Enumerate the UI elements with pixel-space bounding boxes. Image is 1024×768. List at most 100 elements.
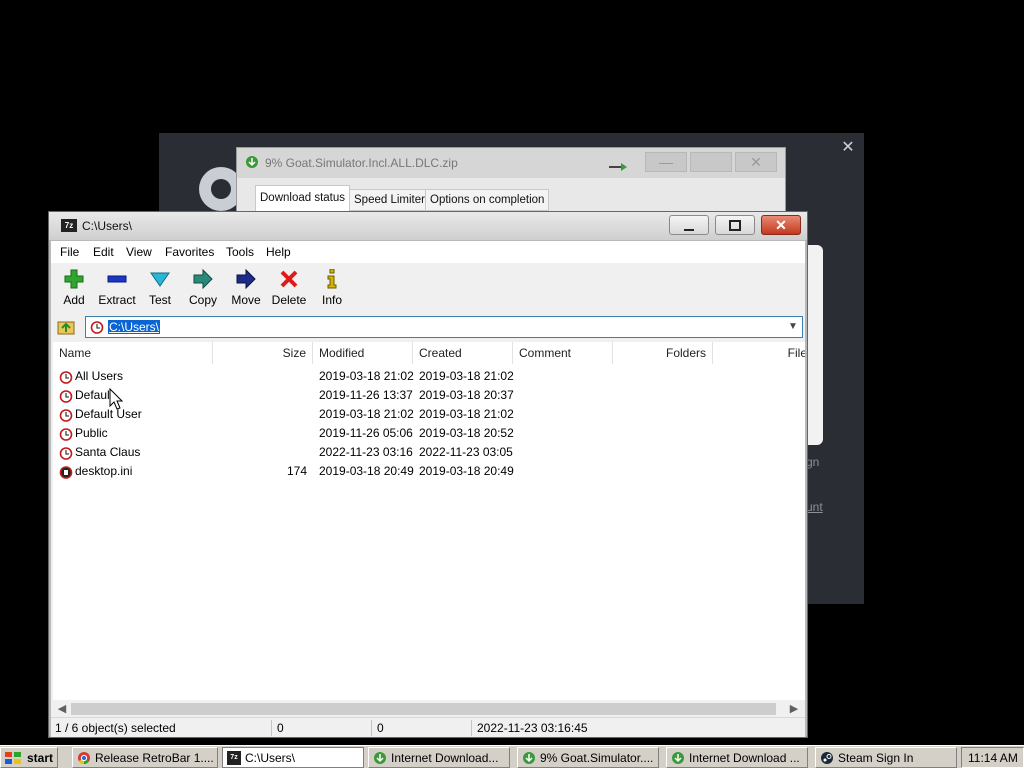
- minimize-icon: [684, 229, 694, 231]
- menu-help[interactable]: Help: [266, 245, 291, 259]
- column-folders[interactable]: Folders: [613, 342, 713, 364]
- taskbar-item-label: Release RetroBar 1....: [95, 751, 214, 765]
- column-files[interactable]: File: [713, 342, 805, 364]
- file-list: Name Size Modified Created Comment Folde…: [53, 342, 805, 700]
- idm-icon: [246, 156, 258, 168]
- move-button[interactable]: Move: [225, 267, 267, 311]
- scrollbar-thumb[interactable]: [71, 703, 776, 715]
- steam-sign-in-text: gn: [806, 455, 820, 469]
- list-item[interactable]: desktop.ini 174 2019-03-18 20:49 2019-03…: [53, 462, 805, 481]
- menu-bar: File Edit View Favorites Tools Help: [51, 241, 805, 263]
- add-label: Add: [63, 293, 85, 307]
- menu-file[interactable]: File: [60, 245, 79, 259]
- minimize-button[interactable]: [669, 215, 709, 235]
- address-bar: C:\Users\ ▼: [51, 314, 805, 340]
- item-created: 2019-03-18 20:37: [419, 388, 514, 402]
- menu-tools[interactable]: Tools: [226, 245, 254, 259]
- menu-edit[interactable]: Edit: [93, 245, 114, 259]
- idm-title: 9% Goat.Simulator.Incl.ALL.DLC.zip: [265, 156, 458, 170]
- scroll-left-icon[interactable]: ◀: [55, 702, 69, 716]
- idm-close-button[interactable]: ✕: [735, 152, 777, 172]
- taskbar-item-idm-2[interactable]: Internet Download ...: [666, 747, 808, 768]
- plus-icon: [64, 269, 84, 289]
- taskbar-item-label: Internet Download...: [391, 751, 499, 765]
- maximize-icon: [729, 220, 741, 231]
- list-item[interactable]: All Users 2019-03-18 21:02 2019-03-18 21…: [53, 367, 805, 386]
- idm-minimize-button[interactable]: —: [645, 152, 687, 172]
- steam-account-link[interactable]: unt: [806, 500, 823, 514]
- status-size: 0: [277, 721, 284, 735]
- taskbar-item-idm[interactable]: Internet Download...: [368, 747, 510, 768]
- horizontal-scrollbar[interactable]: ◀ ▶: [53, 700, 805, 718]
- add-button[interactable]: Add: [53, 267, 95, 311]
- item-modified: 2019-03-18 21:02: [319, 407, 414, 421]
- column-created[interactable]: Created: [413, 342, 513, 364]
- menu-view[interactable]: View: [126, 245, 152, 259]
- taskbar: start Release RetroBar 1.... 7z C:\Users…: [0, 745, 1024, 768]
- 7zip-window: 7z C:\Users\ ✕ File Edit View Favorites …: [48, 211, 808, 738]
- column-size[interactable]: Size: [213, 342, 313, 364]
- folder-link-icon: [59, 409, 73, 422]
- copy-button[interactable]: Copy: [182, 267, 224, 311]
- item-modified: 2019-11-26 05:06: [319, 426, 413, 440]
- 7zip-client-area: File Edit View Favorites Tools Help Add …: [51, 241, 805, 737]
- item-name: Default: [75, 388, 114, 402]
- item-created: 2019-03-18 21:02: [419, 407, 514, 421]
- copy-arrow-icon: [193, 269, 213, 289]
- tab-speed-limiter[interactable]: Speed Limiter: [349, 189, 430, 211]
- taskbar-item-7zip[interactable]: 7z C:\Users\: [222, 747, 364, 768]
- column-comment[interactable]: Comment: [513, 342, 613, 364]
- steam-close-icon[interactable]: ✕: [838, 138, 858, 158]
- delete-button[interactable]: Delete: [268, 267, 310, 311]
- item-size: 174: [286, 464, 307, 478]
- idm-maximize-button[interactable]: [690, 152, 732, 172]
- item-created: 2022-11-23 03:05: [419, 445, 513, 459]
- menu-favorites[interactable]: Favorites: [165, 245, 214, 259]
- test-button[interactable]: Test: [139, 267, 181, 311]
- move-arrow-icon: [236, 269, 256, 289]
- item-name: Public: [75, 426, 108, 440]
- check-icon: [150, 272, 170, 287]
- delete-label: Delete: [271, 293, 307, 307]
- list-item[interactable]: Public 2019-11-26 05:06 2019-03-18 20:52: [53, 424, 805, 443]
- info-label: Info: [321, 293, 342, 307]
- taskbar-item-retrobar[interactable]: Release RetroBar 1....: [72, 747, 218, 768]
- 7zip-icon: 7z: [227, 751, 241, 765]
- list-item[interactable]: Default User 2019-03-18 21:02 2019-03-18…: [53, 405, 805, 424]
- scroll-right-icon[interactable]: ▶: [787, 702, 801, 716]
- extract-button[interactable]: Extract: [96, 267, 138, 311]
- list-item[interactable]: Santa Claus 2022-11-23 03:16 2022-11-23 …: [53, 443, 805, 462]
- taskbar-item-steam[interactable]: Steam Sign In: [815, 747, 957, 768]
- list-header: Name Size Modified Created Comment Folde…: [53, 342, 805, 364]
- info-button[interactable]: Info: [311, 267, 353, 311]
- item-name: desktop.ini: [75, 464, 133, 478]
- item-modified: 2019-03-18 20:49: [319, 464, 414, 478]
- column-modified[interactable]: Modified: [313, 342, 413, 364]
- folder-up-icon[interactable]: [57, 318, 75, 336]
- windows-logo-icon: [5, 752, 21, 764]
- start-button[interactable]: start: [0, 747, 58, 768]
- clock[interactable]: 11:14 AM: [968, 751, 1018, 765]
- taskbar-item-label: 9% Goat.Simulator....: [540, 751, 654, 765]
- status-selected: 1 / 6 object(s) selected: [55, 721, 176, 735]
- chrome-icon: [78, 752, 90, 764]
- item-modified: 2019-03-18 21:02: [319, 369, 414, 383]
- toolbar: Add Extract Test Copy Move Delete Info: [51, 263, 805, 313]
- folder-link-icon: [90, 321, 104, 334]
- tab-download-status[interactable]: Download status: [255, 185, 351, 211]
- tab-options-on-completion[interactable]: Options on completion: [425, 189, 550, 211]
- idm-icon: [672, 752, 684, 764]
- maximize-button[interactable]: [715, 215, 755, 235]
- taskbar-item-idm-download[interactable]: 9% Goat.Simulator....: [517, 747, 659, 768]
- chevron-down-icon[interactable]: ▼: [786, 320, 800, 334]
- address-input[interactable]: C:\Users\ ▼: [85, 316, 803, 338]
- folder-link-icon: [59, 428, 73, 441]
- list-item[interactable]: Default 2019-11-26 13:37 2019-03-18 20:3…: [53, 386, 805, 405]
- start-label: start: [27, 751, 54, 765]
- move-label: Move: [231, 293, 261, 307]
- folder-link-icon: [59, 371, 73, 384]
- idm-icon: [374, 752, 386, 764]
- status-modified: 2022-11-23 03:16:45: [477, 721, 588, 735]
- close-button[interactable]: ✕: [761, 215, 801, 235]
- column-name[interactable]: Name: [53, 342, 213, 364]
